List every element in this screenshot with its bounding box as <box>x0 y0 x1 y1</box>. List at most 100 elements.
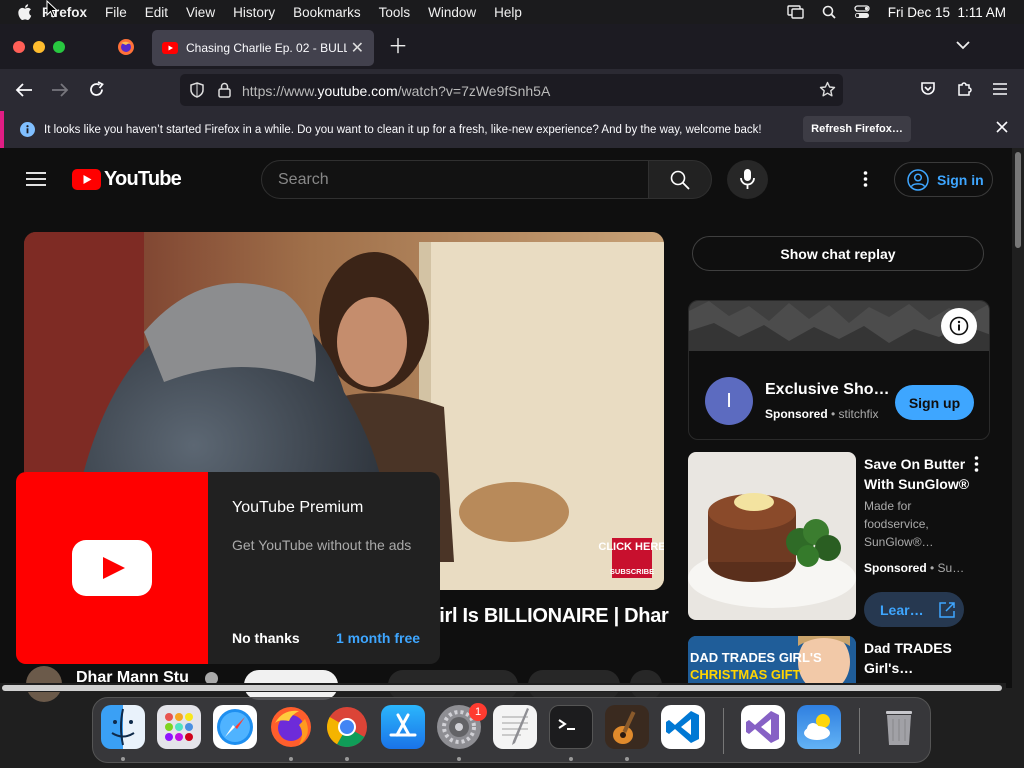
show-chat-replay-button[interactable]: Show chat replay <box>692 236 984 271</box>
trash-icon[interactable] <box>877 705 921 749</box>
vscode-icon[interactable] <box>661 705 705 749</box>
garageband-icon[interactable] <box>605 705 649 749</box>
finder-running-indicator <box>121 757 125 761</box>
menu-clock[interactable]: Fri Dec 15 1:11 AM <box>888 5 1006 20</box>
rec1-menu-icon[interactable] <box>974 456 979 472</box>
search-input[interactable]: Search <box>261 160 649 199</box>
rec2-thumbnail-image: DAD TRADES GIRL'S CHRISTMAS GIFT <box>688 636 856 683</box>
video-title: Girl Is BILLIONAIRE | Dhar <box>424 605 669 627</box>
voice-search-button[interactable] <box>727 160 768 199</box>
menu-file[interactable]: File <box>105 5 127 20</box>
mouse-cursor-icon <box>46 0 58 18</box>
menu-bar: Firefox File Edit View History Bookmarks… <box>0 0 1024 24</box>
guide-menu-icon[interactable] <box>26 171 46 187</box>
chrome-icon[interactable] <box>325 705 369 749</box>
window-zoom-button[interactable] <box>53 41 65 53</box>
advertiser-avatar-letter: I <box>726 389 732 412</box>
apple-icon[interactable] <box>18 4 32 20</box>
rec2-thumb-line2: CHRISTMAS GIFT <box>690 667 801 682</box>
refresh-firefox-button[interactable]: Refresh Firefox… <box>803 116 911 142</box>
spotlight-search-icon[interactable] <box>822 5 836 19</box>
menu-history[interactable]: History <box>233 5 275 20</box>
url-text[interactable]: https://www.youtube.com/watch?v=7zWe9fSn… <box>242 83 550 99</box>
learn-more-button[interactable]: Lear… <box>864 592 964 627</box>
menu-help[interactable]: Help <box>494 5 522 20</box>
ad-sponsored-label: Sponsored <box>765 407 828 421</box>
youtube-favicon-icon <box>162 42 178 54</box>
tab-list-chevron-icon[interactable] <box>956 40 970 50</box>
launchpad-icon[interactable] <box>157 705 201 749</box>
finder-icon[interactable] <box>101 705 145 749</box>
rec1-advertiser: Su… <box>937 561 965 575</box>
menu-tools[interactable]: Tools <box>379 5 411 20</box>
textedit-icon[interactable] <box>493 705 537 749</box>
tab-youtube-video[interactable]: Chasing Charlie Ep. 02 - BULLIE ✕ <box>152 30 374 66</box>
url-path: /watch?v=7zWe9fSnh5A <box>397 83 551 99</box>
youtube-logo[interactable]: YouTube <box>72 168 182 191</box>
youtube-premium-popup: YouTube Premium Get YouTube without the … <box>16 472 440 664</box>
terminal-icon[interactable] <box>549 705 593 749</box>
back-arrow-icon[interactable] <box>15 82 33 98</box>
menu-edit[interactable]: Edit <box>145 5 168 20</box>
search-button[interactable] <box>648 160 712 199</box>
safari-icon[interactable] <box>213 705 257 749</box>
dock-divider-2 <box>859 708 860 754</box>
lock-icon[interactable] <box>218 82 231 98</box>
tab-close-icon[interactable]: ✕ <box>351 38 364 58</box>
tracking-shield-icon[interactable] <box>190 82 204 98</box>
rec1-sponsored-label: Sponsored <box>864 561 927 575</box>
one-month-free-button[interactable]: 1 month free <box>336 630 420 646</box>
premium-banner <box>16 472 208 664</box>
sign-up-button[interactable]: Sign up <box>895 385 974 420</box>
advertiser-avatar: I <box>705 377 753 425</box>
ad-advertiser: stitchfix <box>838 407 879 421</box>
forward-arrow-icon[interactable] <box>51 82 69 98</box>
click-here-text: CLICK HERE <box>598 541 664 553</box>
rec-thumbnail-dad-trades[interactable]: DAD TRADES GIRL'S CHRISTMAS GIFT <box>688 636 856 683</box>
sign-in-button[interactable]: Sign in <box>894 162 993 197</box>
rec2-title-line1: Dad TRADES <box>864 640 952 656</box>
window-minimize-button[interactable] <box>33 41 45 53</box>
youtube-logo-text: YouTube <box>104 168 182 190</box>
rec-thumbnail-steak[interactable] <box>688 452 856 620</box>
bookmark-star-icon[interactable] <box>819 81 836 98</box>
firefox-icon[interactable] <box>269 705 313 749</box>
notification-message: It looks like you haven’t started Firefo… <box>44 123 762 136</box>
dock-divider <box>723 708 724 754</box>
menu-view[interactable]: View <box>186 5 215 20</box>
firefox-view-icon[interactable] <box>117 38 135 56</box>
no-thanks-button[interactable]: No thanks <box>232 630 300 646</box>
info-icon <box>20 122 35 137</box>
rec1-desc-line1: Made for <box>864 499 912 513</box>
rec1-desc-line2: foodservice, <box>864 517 929 531</box>
ad-info-button[interactable] <box>941 308 977 344</box>
visual-studio-icon[interactable] <box>741 705 785 749</box>
rec2-title[interactable]: Dad TRADES Girl's… <box>864 638 952 678</box>
weather-icon[interactable] <box>797 705 841 749</box>
app-store-icon[interactable] <box>381 705 425 749</box>
url-bar[interactable]: https://www.youtube.com/watch?v=7zWe9fSn… <box>180 74 843 106</box>
control-center-icon[interactable] <box>854 5 870 19</box>
pocket-icon[interactable] <box>920 81 936 97</box>
notification-close-icon[interactable] <box>996 121 1008 133</box>
menu-bookmarks[interactable]: Bookmarks <box>293 5 361 20</box>
horizontal-scrollbar[interactable] <box>0 683 1006 692</box>
window-close-button[interactable] <box>13 41 25 53</box>
notification-bar: It looks like you haven’t started Firefo… <box>0 111 1024 148</box>
new-tab-button[interactable]: ＋ <box>388 37 408 57</box>
rec1-title[interactable]: Save On Butter With SunGlow® <box>864 454 969 494</box>
hamburger-menu-icon[interactable] <box>993 83 1007 95</box>
rec1-description: Made for foodservice, SunGlow®… <box>864 497 934 551</box>
rec1-title-line2: With SunGlow® <box>864 476 970 492</box>
rec1-meta: Sponsored • Su… <box>864 561 965 575</box>
screen-mirror-icon[interactable] <box>787 5 804 19</box>
url-prefix: https://www. <box>242 83 318 99</box>
subscribe-text: SUBSCRIBE <box>610 567 654 576</box>
vertical-scrollbar[interactable] <box>1012 148 1024 688</box>
reload-icon[interactable] <box>88 81 105 98</box>
extensions-icon[interactable] <box>956 80 973 97</box>
settings-more-icon[interactable] <box>863 171 868 187</box>
ad-meta: Sponsored • stitchfix <box>765 407 879 421</box>
menu-window[interactable]: Window <box>428 5 476 20</box>
rec2-thumb-line1: DAD TRADES GIRL'S <box>690 650 822 665</box>
